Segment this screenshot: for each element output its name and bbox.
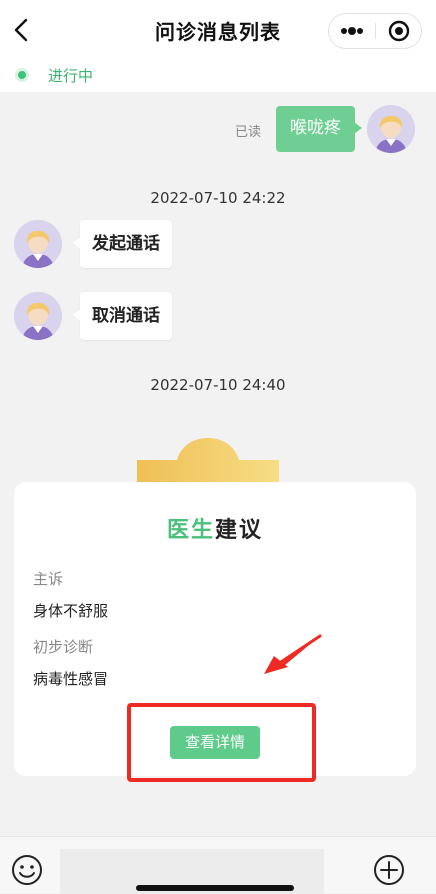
highlight-annotation	[127, 703, 316, 782]
nav-bar: 问诊消息列表	[0, 0, 436, 60]
emoji-button[interactable]	[11, 854, 43, 886]
doctor-avatar[interactable]	[14, 220, 62, 268]
arrow-annotation-icon	[264, 634, 322, 674]
diagnosis-label: 初步诊断	[33, 638, 94, 656]
timestamp: 2022-07-10 24:22	[150, 189, 286, 207]
doctor-avatar[interactable]	[14, 292, 62, 340]
status-text: 进行中	[48, 67, 94, 85]
avatar-icon	[14, 220, 62, 268]
message-bubble[interactable]: 发起通话	[73, 220, 172, 268]
card-title-dark: 建议	[215, 518, 264, 543]
smiley-icon	[12, 855, 42, 885]
more-button[interactable]	[329, 14, 375, 48]
complaint-value: 身体不舒服	[33, 602, 109, 620]
consultation-status: 进行中	[0, 60, 436, 92]
avatar-icon	[14, 292, 62, 340]
home-indicator	[136, 885, 294, 891]
card-title: 医生建议	[14, 512, 416, 544]
complaint-label: 主诉	[33, 570, 64, 588]
my-message-bubble[interactable]: 喉咙疼	[276, 106, 362, 152]
more-dots-icon	[341, 27, 363, 35]
diagnosis-value: 病毒性感冒	[33, 670, 109, 688]
close-button[interactable]	[376, 14, 422, 48]
target-close-icon	[388, 20, 410, 42]
read-receipt: 已读	[235, 125, 262, 140]
avatar-icon	[367, 105, 415, 153]
message-bubble[interactable]: 取消通话	[73, 292, 172, 340]
my-avatar[interactable]	[367, 105, 415, 153]
mini-program-capsule	[328, 13, 422, 49]
more-actions-button[interactable]	[373, 854, 405, 886]
plus-circle-icon	[374, 855, 404, 885]
status-dot-icon	[15, 68, 29, 82]
card-title-green: 医生	[166, 518, 215, 543]
timestamp: 2022-07-10 24:40	[150, 376, 286, 394]
